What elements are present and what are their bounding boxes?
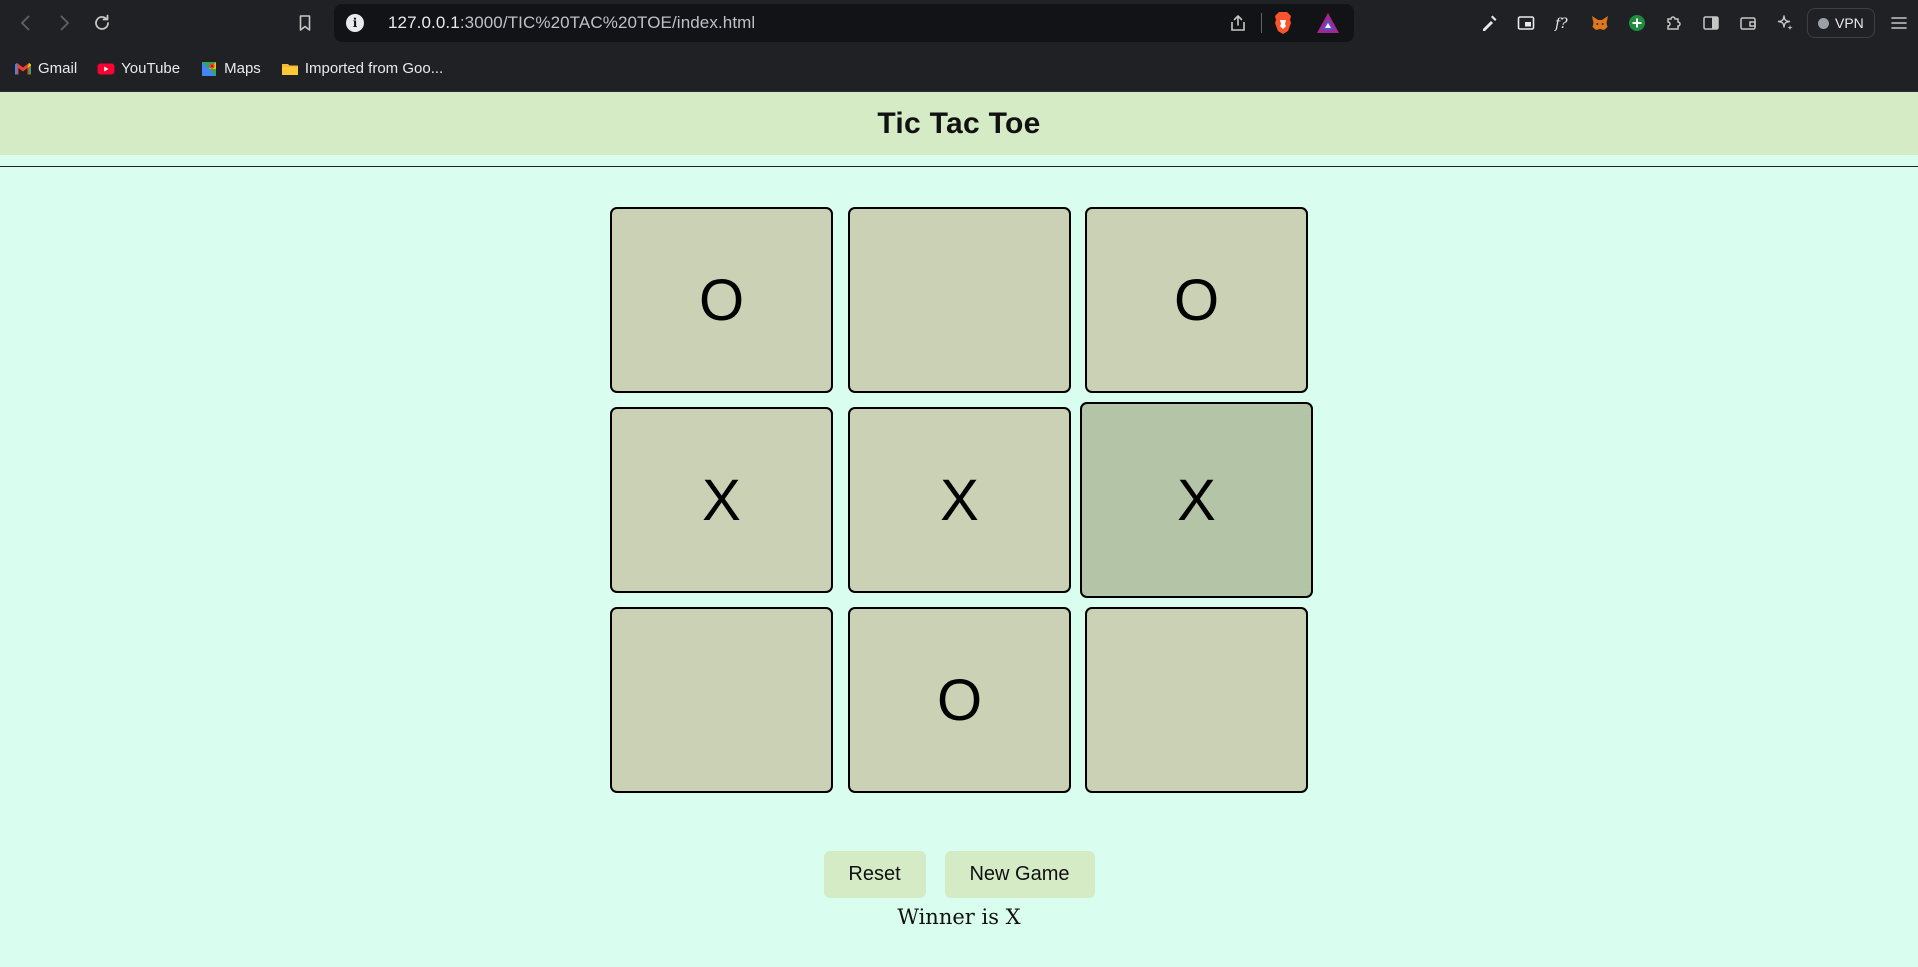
- browser-toolbar: i 127.0.0.1:3000/TIC%20TAC%20TOE/index.h…: [0, 0, 1918, 46]
- back-button[interactable]: [8, 5, 44, 41]
- sidebar-toggle-button[interactable]: [1692, 5, 1729, 41]
- main-menu-button[interactable]: [1881, 5, 1918, 41]
- maps-icon: [202, 61, 217, 76]
- extension-formula[interactable]: f?: [1544, 5, 1581, 41]
- board-cell[interactable]: X: [1080, 402, 1313, 598]
- picture-in-picture-icon: [1517, 16, 1534, 30]
- address-bar[interactable]: i 127.0.0.1:3000/TIC%20TAC%20TOE/index.h…: [334, 4, 1354, 42]
- reset-button[interactable]: Reset: [823, 851, 926, 898]
- extension-eyedropper[interactable]: [1470, 5, 1507, 41]
- metamask-fox-icon: [1591, 16, 1608, 30]
- bookmark-label: Imported from Goo...: [304, 60, 444, 77]
- hamburger-menu-icon: [1891, 17, 1908, 29]
- page-title: Tic Tac Toe: [877, 106, 1041, 140]
- extension-picture-in-picture[interactable]: [1507, 5, 1544, 41]
- page-content: Tic Tac Toe O O X X X O Reset New Game W…: [0, 92, 1918, 967]
- board-cell[interactable]: [848, 207, 1071, 393]
- puzzle-icon: [1666, 16, 1681, 30]
- board-cell[interactable]: [1085, 607, 1308, 793]
- gmail-icon: [15, 62, 31, 74]
- game-controls: Reset New Game: [0, 851, 1918, 898]
- eyedropper-icon: [1482, 15, 1496, 31]
- sidebar-icon: [1702, 16, 1719, 30]
- youtube-icon: [97, 63, 115, 74]
- sparkle-icon: [1777, 15, 1793, 31]
- nav-buttons: [8, 5, 122, 41]
- leo-ai-button[interactable]: [1766, 5, 1803, 41]
- vpn-button[interactable]: VPN: [1807, 8, 1875, 38]
- brave-rewards-icon[interactable]: [1316, 12, 1340, 34]
- board-cell[interactable]: O: [610, 207, 833, 393]
- url-host: 127.0.0.1: [388, 13, 460, 32]
- bookmark-icon: [299, 15, 311, 31]
- extensions-area: f? VPN: [1470, 5, 1918, 41]
- bookmark-page-button[interactable]: [287, 5, 323, 41]
- site-info-icon[interactable]: i: [346, 14, 364, 32]
- folder-icon: [281, 63, 298, 75]
- bookmark-youtube[interactable]: YouTube: [97, 60, 180, 78]
- plus-circle-icon: [1628, 15, 1645, 31]
- vpn-status-dot: [1818, 17, 1829, 29]
- bookmark-label: Gmail: [38, 60, 78, 77]
- vpn-label: VPN: [1835, 15, 1864, 31]
- header-divider: [0, 155, 1918, 167]
- share-button[interactable]: [1225, 5, 1251, 41]
- extension-add[interactable]: [1618, 5, 1655, 41]
- board-cell[interactable]: X: [848, 407, 1071, 593]
- wallet-icon: [1739, 17, 1756, 30]
- divider: [1261, 13, 1262, 33]
- bookmark-gmail[interactable]: Gmail: [14, 60, 77, 78]
- extensions-menu-button[interactable]: [1655, 5, 1692, 41]
- board-cell[interactable]: O: [848, 607, 1071, 793]
- forward-button[interactable]: [46, 5, 82, 41]
- game-board: O O X X X O: [610, 207, 1313, 807]
- extension-metamask[interactable]: [1581, 5, 1618, 41]
- winner-message: Winner is X: [897, 905, 1021, 929]
- forward-arrow-icon: [60, 15, 69, 31]
- share-icon: [1231, 15, 1245, 31]
- brave-shields-icon[interactable]: [1272, 11, 1294, 35]
- bookmarks-bar: Gmail YouTube Maps Imported from Goo...: [0, 46, 1918, 92]
- page-header: Tic Tac Toe: [0, 92, 1918, 155]
- board-cell[interactable]: O: [1085, 207, 1308, 393]
- board-cell[interactable]: X: [610, 407, 833, 593]
- bookmark-label: Maps: [224, 60, 261, 77]
- url-text[interactable]: 127.0.0.1:3000/TIC%20TAC%20TOE/index.htm…: [388, 13, 755, 33]
- board-cell[interactable]: [610, 607, 833, 793]
- url-path: :3000/TIC%20TAC%20TOE/index.html: [459, 13, 756, 32]
- bookmark-maps[interactable]: Maps: [200, 60, 261, 78]
- reload-button[interactable]: [84, 5, 120, 41]
- wallet-button[interactable]: [1729, 5, 1766, 41]
- address-bar-actions: [1225, 4, 1340, 42]
- reload-icon: [95, 14, 109, 30]
- back-arrow-icon: [21, 15, 30, 31]
- new-game-button[interactable]: New Game: [944, 851, 1095, 898]
- formula-icon: f?: [1554, 16, 1568, 32]
- bookmark-folder-imported[interactable]: Imported from Goo...: [281, 60, 443, 78]
- svg-text:f?: f?: [1554, 16, 1568, 32]
- bookmark-label: YouTube: [121, 60, 181, 77]
